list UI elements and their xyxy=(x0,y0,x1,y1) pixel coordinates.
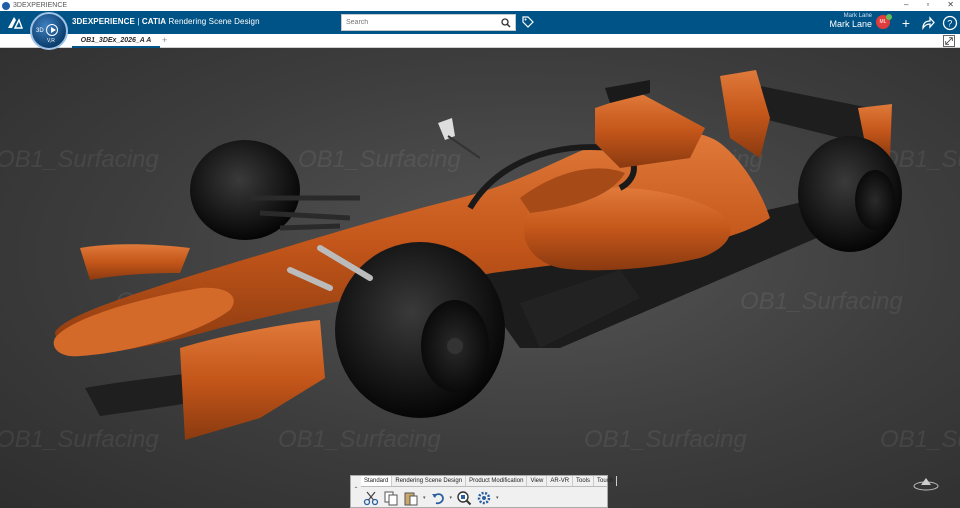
zoom-fit-icon[interactable] xyxy=(456,490,472,506)
navigation-cube-icon[interactable] xyxy=(912,472,940,492)
tab-product-modification[interactable]: Product Modification xyxy=(466,476,528,486)
3d-viewport[interactable]: OB1_Surfacing OB1_Surfacing OB1_Surfacin… xyxy=(0,48,960,508)
window-controls: ‒ ▫ ✕ xyxy=(904,0,954,9)
svg-text:?: ? xyxy=(947,19,952,29)
window-title-bar: 3DEXPERIENCE ‒ ▫ ✕ xyxy=(0,0,960,11)
tab-document[interactable]: OB1_3DEx_2026_A A xyxy=(72,34,160,48)
title-separator: | xyxy=(135,17,142,26)
tag-icon[interactable] xyxy=(522,16,534,28)
minimize-button[interactable]: ‒ xyxy=(904,0,908,9)
expand-icon[interactable] xyxy=(943,35,955,47)
action-bar-commands: ▾ ▾ ▾ xyxy=(363,490,607,506)
close-button[interactable]: ✕ xyxy=(947,0,954,9)
add-tab-button[interactable]: + xyxy=(162,34,167,47)
dassault-logo-icon[interactable] xyxy=(6,14,24,31)
tab-touch[interactable]: Touch xyxy=(594,476,618,486)
play-icon[interactable] xyxy=(46,24,58,36)
wheel-nut xyxy=(447,338,463,354)
undo-dropdown-icon[interactable]: ▾ xyxy=(450,495,453,501)
settings-gear-icon[interactable] xyxy=(476,490,492,506)
settings-dropdown-icon[interactable]: ▾ xyxy=(496,495,499,501)
tab-view[interactable]: View xyxy=(527,476,548,486)
mirror-stalk xyxy=(447,135,481,159)
search-box[interactable] xyxy=(341,14,516,31)
product-label: CATIA xyxy=(141,17,167,26)
compass-3d-label: 3D xyxy=(36,28,44,34)
document-tab-bar: OB1_3DEx_2026_A A + xyxy=(0,34,960,48)
add-icon[interactable]: + xyxy=(898,15,914,31)
airbox xyxy=(595,93,705,168)
restore-button[interactable]: ▫ xyxy=(926,0,929,9)
tab-standard[interactable]: Standard xyxy=(361,476,393,486)
undo-icon[interactable] xyxy=(430,490,446,506)
collapse-toolbar-button[interactable]: ⌃ xyxy=(352,486,360,508)
copy-icon[interactable] xyxy=(383,490,399,506)
compass-version-label: V,R xyxy=(47,38,55,44)
avatar[interactable]: ML xyxy=(876,14,892,29)
tab-rendering-scene-design[interactable]: Rendering Scene Design xyxy=(392,476,467,486)
action-bar: ⌃ Standard Rendering Scene Design Produc… xyxy=(350,475,618,508)
front-left-tyre xyxy=(190,140,300,240)
mirror xyxy=(438,118,455,140)
compass-widget[interactable]: 3D V,R xyxy=(30,12,68,50)
search-input[interactable] xyxy=(342,19,492,26)
paste-icon[interactable] xyxy=(403,490,419,506)
top-bar: 3DEXPERIENCE | CATIA Rendering Scene Des… xyxy=(0,11,960,39)
app-name: Rendering Scene Design xyxy=(168,17,260,26)
paste-dropdown-icon[interactable]: ▾ xyxy=(423,495,426,501)
rear-wing-endplate xyxy=(720,70,770,158)
front-wing-endplate xyxy=(180,320,325,440)
f1-car-model[interactable] xyxy=(0,48,960,508)
rear-right-hub xyxy=(855,170,895,230)
user-name: Mark Lane xyxy=(829,19,872,29)
window-title: 3DEXPERIENCE xyxy=(13,2,68,9)
share-icon[interactable] xyxy=(920,15,936,31)
tab-ar-vr[interactable]: AR-VR xyxy=(547,476,574,486)
cut-icon[interactable] xyxy=(363,490,379,506)
help-icon[interactable]: ? xyxy=(942,15,958,31)
search-icon[interactable] xyxy=(501,18,511,28)
action-bar-tabs: Standard Rendering Scene Design Product … xyxy=(361,476,618,487)
tab-tools[interactable]: Tools xyxy=(573,476,595,486)
brand-label: 3DEXPERIENCE xyxy=(72,17,135,26)
app-icon xyxy=(2,1,10,10)
front-wing-flap xyxy=(80,244,190,280)
app-title: 3DEXPERIENCE | CATIA Rendering Scene Des… xyxy=(72,17,260,26)
